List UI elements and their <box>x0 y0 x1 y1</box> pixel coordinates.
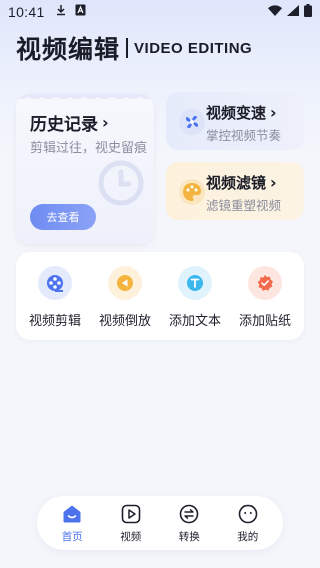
tool-label: 添加贴纸 <box>238 314 291 329</box>
status-time: 10:41 <box>8 4 45 20</box>
wifi-icon <box>268 4 282 20</box>
tools-panel: 视频剪辑 视频倒放 添加文本 添加贴纸 <box>16 252 304 340</box>
video-filter-subtitle: 滤镜重塑视频 <box>206 198 282 213</box>
torn-edge-decoration <box>16 94 154 99</box>
battery-icon <box>304 3 312 21</box>
history-card[interactable]: 历史记录 › 剪辑过往，视史留痕 去查看 <box>16 94 154 244</box>
palette-icon <box>176 176 208 208</box>
tool-video-reverse[interactable]: 视频倒放 <box>90 252 160 340</box>
video-speed-card[interactable]: 视频变速 › 掌控视频节奏 <box>166 92 304 150</box>
home-icon <box>61 503 83 525</box>
nav-item-home[interactable]: 首页 <box>47 503 97 544</box>
a-box-icon <box>75 4 86 20</box>
text-icon <box>178 266 212 300</box>
tool-video-cut[interactable]: 视频剪辑 <box>20 252 90 340</box>
tool-label: 视频倒放 <box>98 314 151 329</box>
history-description: 剪辑过往，视史留痕 <box>30 141 148 156</box>
video-speed-title: 视频变速 <box>206 104 267 122</box>
history-clock-icon <box>98 160 144 210</box>
history-title: 历史记录 <box>30 115 98 135</box>
video-filter-title: 视频滤镜 <box>206 174 267 192</box>
profile-smile-icon <box>237 503 259 525</box>
title-divider <box>126 38 129 58</box>
video-speed-subtitle: 掌控视频节奏 <box>206 128 282 143</box>
nav-label: 我的 <box>237 530 259 543</box>
video-play-icon <box>120 503 142 525</box>
fan-speed-icon <box>176 106 208 138</box>
rewind-icon <box>108 266 142 300</box>
page-subtitle: VIDEO EDITING <box>134 39 253 57</box>
convert-icon <box>178 503 200 525</box>
tool-label: 视频剪辑 <box>28 314 81 329</box>
tool-add-text[interactable]: 添加文本 <box>160 252 230 340</box>
view-history-button[interactable]: 去查看 <box>30 204 96 230</box>
nav-label: 转换 <box>178 530 200 543</box>
status-bar: 10:41 <box>0 0 320 24</box>
page-header: 视频编辑 VIDEO EDITING <box>16 30 252 66</box>
film-reel-icon <box>38 266 72 300</box>
video-filter-card[interactable]: 视频滤镜 › 滤镜重塑视频 <box>166 162 304 220</box>
download-icon <box>55 4 67 20</box>
tool-add-sticker[interactable]: 添加贴纸 <box>230 252 300 340</box>
chevron-right-icon: › <box>270 102 277 122</box>
chevron-right-icon: › <box>102 112 109 132</box>
chevron-right-icon: › <box>270 172 277 192</box>
bottom-nav: 首页 视频 转换 我的 <box>37 496 283 550</box>
nav-label: 视频 <box>120 530 142 543</box>
nav-item-convert[interactable]: 转换 <box>164 503 214 544</box>
nav-item-profile[interactable]: 我的 <box>223 503 273 544</box>
page-title: 视频编辑 <box>16 35 121 64</box>
nav-item-video[interactable]: 视频 <box>106 503 156 544</box>
tool-label: 添加文本 <box>168 314 221 329</box>
nav-label: 首页 <box>61 530 83 543</box>
signal-icon <box>287 4 299 20</box>
sticker-badge-icon <box>248 266 282 300</box>
